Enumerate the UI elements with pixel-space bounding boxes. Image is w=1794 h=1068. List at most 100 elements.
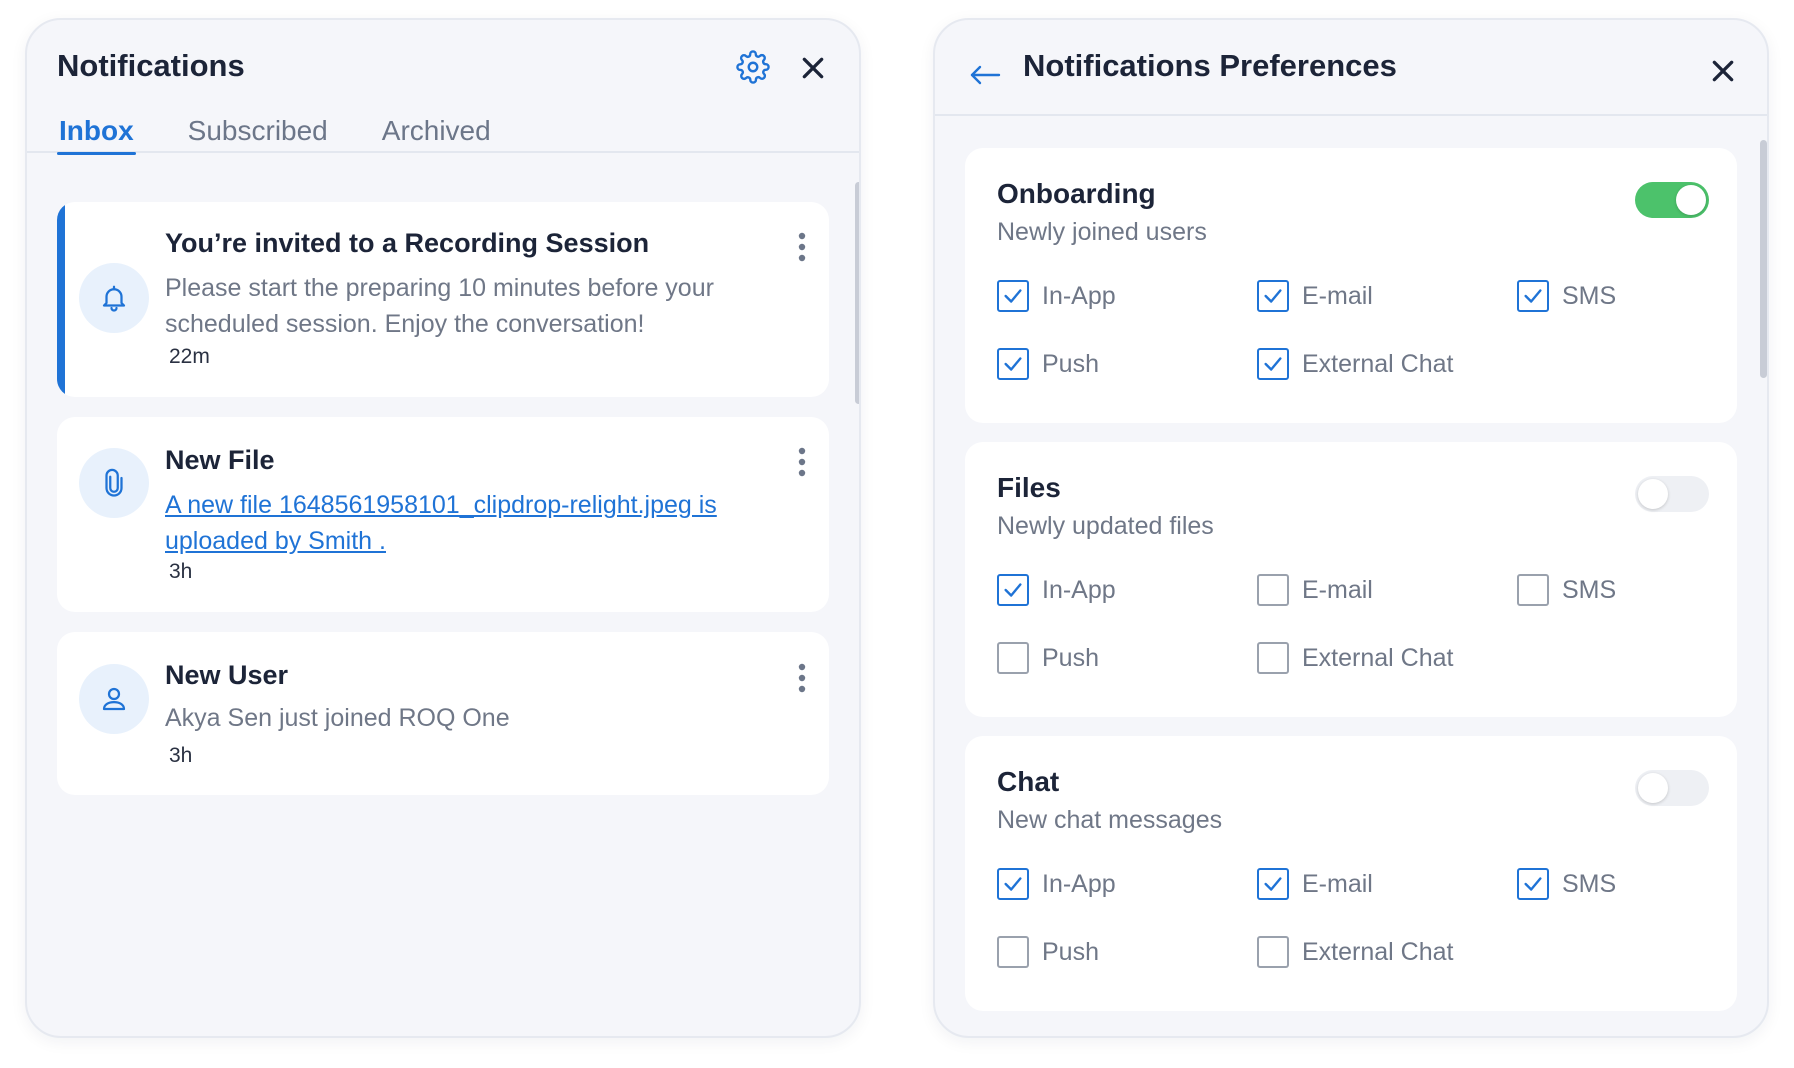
channel-checkbox-external-chat[interactable]: External Chat <box>1257 638 1453 678</box>
notification-icon-circle <box>79 448 149 518</box>
checkbox-label: E-mail <box>1302 281 1373 310</box>
tab-archived[interactable]: Archived <box>380 108 493 153</box>
checkbox[interactable] <box>997 642 1029 674</box>
tab-inbox[interactable]: Inbox <box>57 108 136 155</box>
notification-item[interactable]: You’re invited to a Recording Session Pl… <box>57 202 829 397</box>
check-icon <box>1524 877 1542 891</box>
notification-item[interactable]: New User Akya Sen just joined ROQ One 3h <box>57 632 829 795</box>
notification-item[interactable]: New File A new file 1648561958101_clipdr… <box>57 417 829 612</box>
close-button[interactable] <box>1705 53 1741 89</box>
channel-checkbox-push[interactable]: Push <box>997 932 1099 972</box>
checkbox-label: In-App <box>1042 575 1116 604</box>
notification-body: Please start the preparing 10 minutes be… <box>165 274 714 338</box>
checkbox[interactable] <box>997 868 1029 900</box>
checkbox[interactable] <box>1257 280 1289 312</box>
channel-checkbox-in-app[interactable]: In-App <box>997 276 1116 316</box>
notifications-header: Notifications Inbox Subscribed Archived <box>27 20 859 155</box>
tab-subscribed[interactable]: Subscribed <box>186 108 330 153</box>
notification-icon-circle <box>79 263 149 333</box>
notification-time: 22m <box>169 345 210 368</box>
channel-checkbox-external-chat[interactable]: External Chat <box>1257 932 1453 972</box>
more-options-button[interactable] <box>787 658 817 698</box>
close-icon <box>1712 60 1734 82</box>
checkbox[interactable] <box>997 936 1029 968</box>
group-title: Files <box>997 472 1061 503</box>
checkbox[interactable] <box>1517 280 1549 312</box>
notification-body: A new file 1648561958101_clipdrop-religh… <box>165 487 735 559</box>
channel-checkbox-push[interactable]: Push <box>997 344 1099 384</box>
group-toggle[interactable] <box>1635 770 1709 806</box>
group-subtitle: Newly updated files <box>997 512 1214 540</box>
channel-checkbox-external-chat[interactable]: External Chat <box>1257 344 1453 384</box>
preference-group-onboarding: Onboarding Newly joined users In-App E-m… <box>965 148 1737 423</box>
toggle-knob <box>1638 479 1668 509</box>
checkbox-label: E-mail <box>1302 575 1373 604</box>
check-icon <box>1264 289 1282 303</box>
checkbox[interactable] <box>1257 642 1289 674</box>
panel-title: Notifications Preferences <box>1023 48 1397 83</box>
close-icon <box>802 57 824 79</box>
check-icon <box>1264 357 1282 371</box>
checkbox-label: In-App <box>1042 281 1116 310</box>
close-button[interactable] <box>795 50 831 86</box>
notification-time: 3h <box>169 744 193 767</box>
checkbox[interactable] <box>1257 574 1289 606</box>
channel-checkbox-e-mail[interactable]: E-mail <box>1257 570 1373 610</box>
scrollbar[interactable] <box>1760 140 1767 378</box>
more-vertical-icon <box>798 663 806 693</box>
check-icon <box>1004 877 1022 891</box>
checkbox[interactable] <box>1257 348 1289 380</box>
paperclip-icon <box>105 468 123 497</box>
group-title: Chat <box>997 766 1060 797</box>
notification-title: New User <box>165 660 289 690</box>
checkbox[interactable] <box>997 348 1029 380</box>
notification-icon-circle <box>79 664 149 734</box>
scrollbar[interactable] <box>855 182 859 404</box>
checkbox-label: External Chat <box>1302 643 1454 672</box>
preference-group-chat: Chat New chat messages In-App E-mail SMS… <box>965 736 1737 1011</box>
channel-checkbox-sms[interactable]: SMS <box>1517 276 1616 316</box>
notification-body: Akya Sen just joined ROQ One <box>165 704 510 732</box>
user-icon <box>102 687 126 711</box>
more-vertical-icon <box>798 447 806 477</box>
channel-checkbox-e-mail[interactable]: E-mail <box>1257 864 1373 904</box>
checkbox-label: SMS <box>1562 281 1617 310</box>
more-options-button[interactable] <box>787 442 817 482</box>
channel-checkbox-in-app[interactable]: In-App <box>997 570 1116 610</box>
check-icon <box>1264 877 1282 891</box>
channel-checkbox-push[interactable]: Push <box>997 638 1099 678</box>
bell-icon <box>102 285 126 312</box>
preferences-header: Notifications Preferences <box>935 20 1767 116</box>
channel-checkbox-sms[interactable]: SMS <box>1517 864 1616 904</box>
checkbox[interactable] <box>1517 868 1549 900</box>
checkbox[interactable] <box>1517 574 1549 606</box>
checkbox[interactable] <box>997 574 1029 606</box>
check-icon <box>1004 583 1022 597</box>
group-subtitle: Newly joined users <box>997 218 1207 246</box>
check-icon <box>1004 357 1022 371</box>
settings-button[interactable] <box>734 48 772 86</box>
channel-checkbox-in-app[interactable]: In-App <box>997 864 1116 904</box>
notification-time: 3h <box>169 560 193 583</box>
checkbox-label: In-App <box>1042 869 1116 898</box>
check-icon <box>1524 289 1542 303</box>
channel-checkbox-e-mail[interactable]: E-mail <box>1257 276 1373 316</box>
notification-title: New File <box>165 445 275 475</box>
group-toggle[interactable] <box>1635 182 1709 218</box>
file-link[interactable]: A new file 1648561958101_clipdrop-religh… <box>165 491 717 555</box>
notification-tabs: Inbox Subscribed Archived <box>57 108 543 155</box>
checkbox-label: Push <box>1042 643 1099 672</box>
group-subtitle: New chat messages <box>997 806 1223 834</box>
checkbox[interactable] <box>1257 868 1289 900</box>
notifications-panel: Notifications Inbox Subscribed Archived <box>25 18 861 1038</box>
channel-checkbox-sms[interactable]: SMS <box>1517 570 1616 610</box>
checkbox-label: Push <box>1042 937 1099 966</box>
checkbox-label: Push <box>1042 349 1099 378</box>
group-toggle[interactable] <box>1635 476 1709 512</box>
toggle-knob <box>1638 773 1668 803</box>
check-icon <box>1004 289 1022 303</box>
more-options-button[interactable] <box>787 227 817 267</box>
checkbox[interactable] <box>997 280 1029 312</box>
checkbox[interactable] <box>1257 936 1289 968</box>
back-button[interactable] <box>967 60 1003 90</box>
